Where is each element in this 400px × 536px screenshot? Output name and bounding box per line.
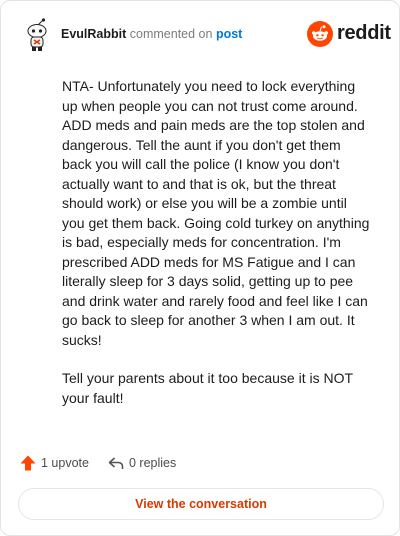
upvote-arrow-icon xyxy=(20,455,36,471)
reply-arrow-icon xyxy=(108,457,124,469)
reddit-snoo-icon xyxy=(307,21,333,47)
post-link[interactable]: post xyxy=(216,27,242,41)
comment-paragraph: NTA- Unfortunately you need to lock ever… xyxy=(62,78,370,348)
username-link[interactable]: EvulRabbit xyxy=(61,27,126,41)
comment-embed-card: EvulRabbit commented on post reddit NTA-… xyxy=(0,0,400,536)
byline-action-text: commented on xyxy=(129,27,213,41)
user-avatar[interactable] xyxy=(19,17,55,53)
reddit-wordmark: reddit xyxy=(337,22,391,44)
upvote-count: 1 upvote xyxy=(41,456,89,470)
replies-count: 0 replies xyxy=(129,456,177,470)
comment-paragraph: Tell your parents about it too because i… xyxy=(62,370,353,406)
comment-body: NTA- Unfortunately you need to lock ever… xyxy=(62,77,372,427)
byline: EvulRabbit commented on post xyxy=(61,27,242,41)
reddit-brand[interactable]: reddit xyxy=(307,21,391,49)
view-conversation-button[interactable]: View the conversation xyxy=(18,488,384,520)
comment-header: EvulRabbit commented on post reddit xyxy=(17,15,391,55)
